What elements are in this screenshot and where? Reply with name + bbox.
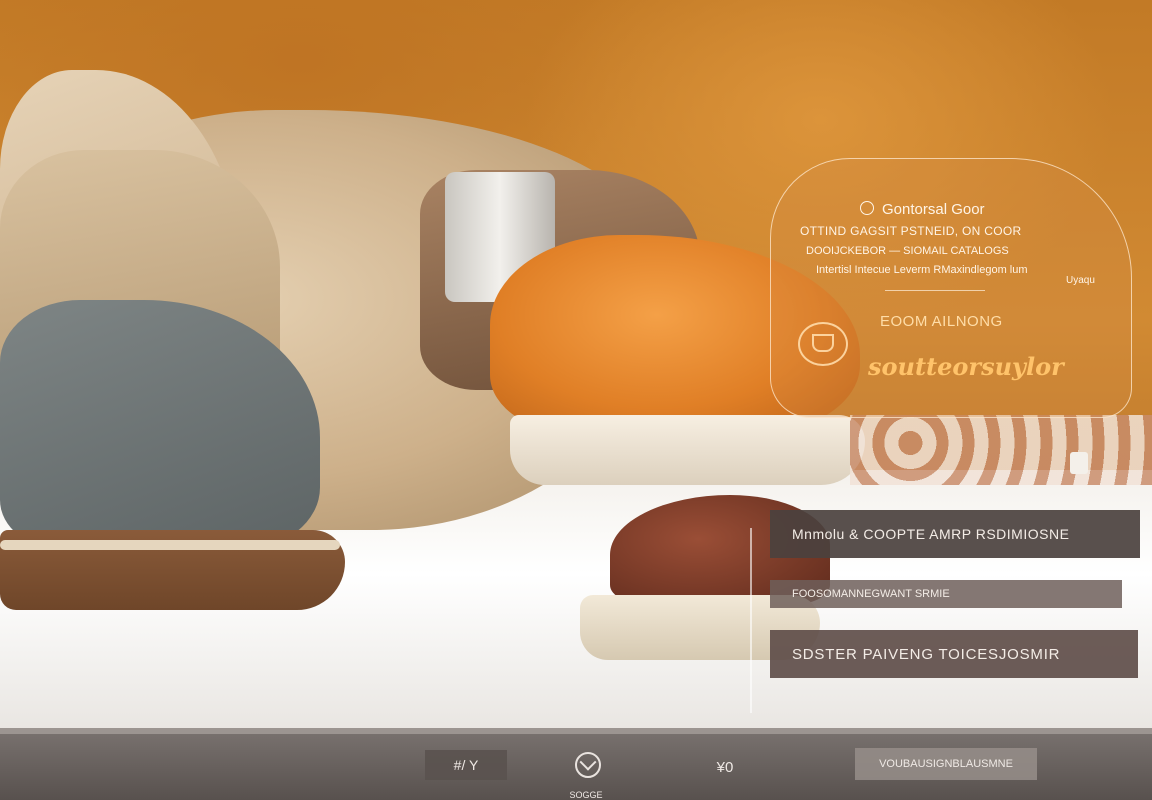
bottom-left-button[interactable]: #/ Y — [425, 750, 507, 780]
bottom-bar-edge — [0, 728, 1152, 734]
marble-ledge — [850, 415, 1152, 485]
info-panel-heading: Gontorsal Goor — [860, 201, 985, 218]
bottom-caption: SOGGE — [569, 789, 603, 800]
info-panel-divider — [885, 290, 985, 291]
info-panel-script: soutteorsuylor — [868, 352, 1064, 381]
info-panel-line3: Intertisl Intecue Leverm RMaxindlegom lu… — [816, 264, 1028, 276]
bag-icon — [1070, 452, 1088, 474]
gray-sneaker — [0, 300, 345, 620]
info-panel-line2: DOOIJCKEBOR — SIOMAIL CATALOGS — [806, 245, 1009, 257]
chevron-circle-icon[interactable] — [575, 752, 601, 778]
info-panel-subheading: EOOM AILNONG — [880, 313, 1003, 330]
info-panel-heading-text: Gontorsal Goor — [882, 201, 985, 218]
circle-icon — [860, 201, 874, 215]
bottom-wide-button[interactable]: VOUBAUSIGNBLAUSMNE — [855, 748, 1037, 780]
info-panel-line4: Uyaqu — [1066, 275, 1095, 286]
gray-sneaker-upper — [0, 300, 320, 550]
info-panel-line1: OTTIND GAGSIT PSTNEID, ON COOR — [800, 224, 1022, 238]
card-frame-line — [750, 528, 752, 713]
orange-shoe-sole — [510, 415, 865, 485]
card-1[interactable]: Mnmolu & COOPTE AMRP RSDIMIOSNE — [770, 510, 1140, 558]
card-3[interactable]: SDSTER PAIVENG TOICESJOSMIR — [770, 630, 1138, 678]
card-2[interactable]: FOOSOMANNEGWANT SRMIE — [770, 580, 1122, 608]
bottom-right-button[interactable]: ¥0 — [700, 752, 750, 782]
coffee-cup-icon — [798, 322, 848, 366]
gray-sneaker-welt — [0, 540, 340, 550]
